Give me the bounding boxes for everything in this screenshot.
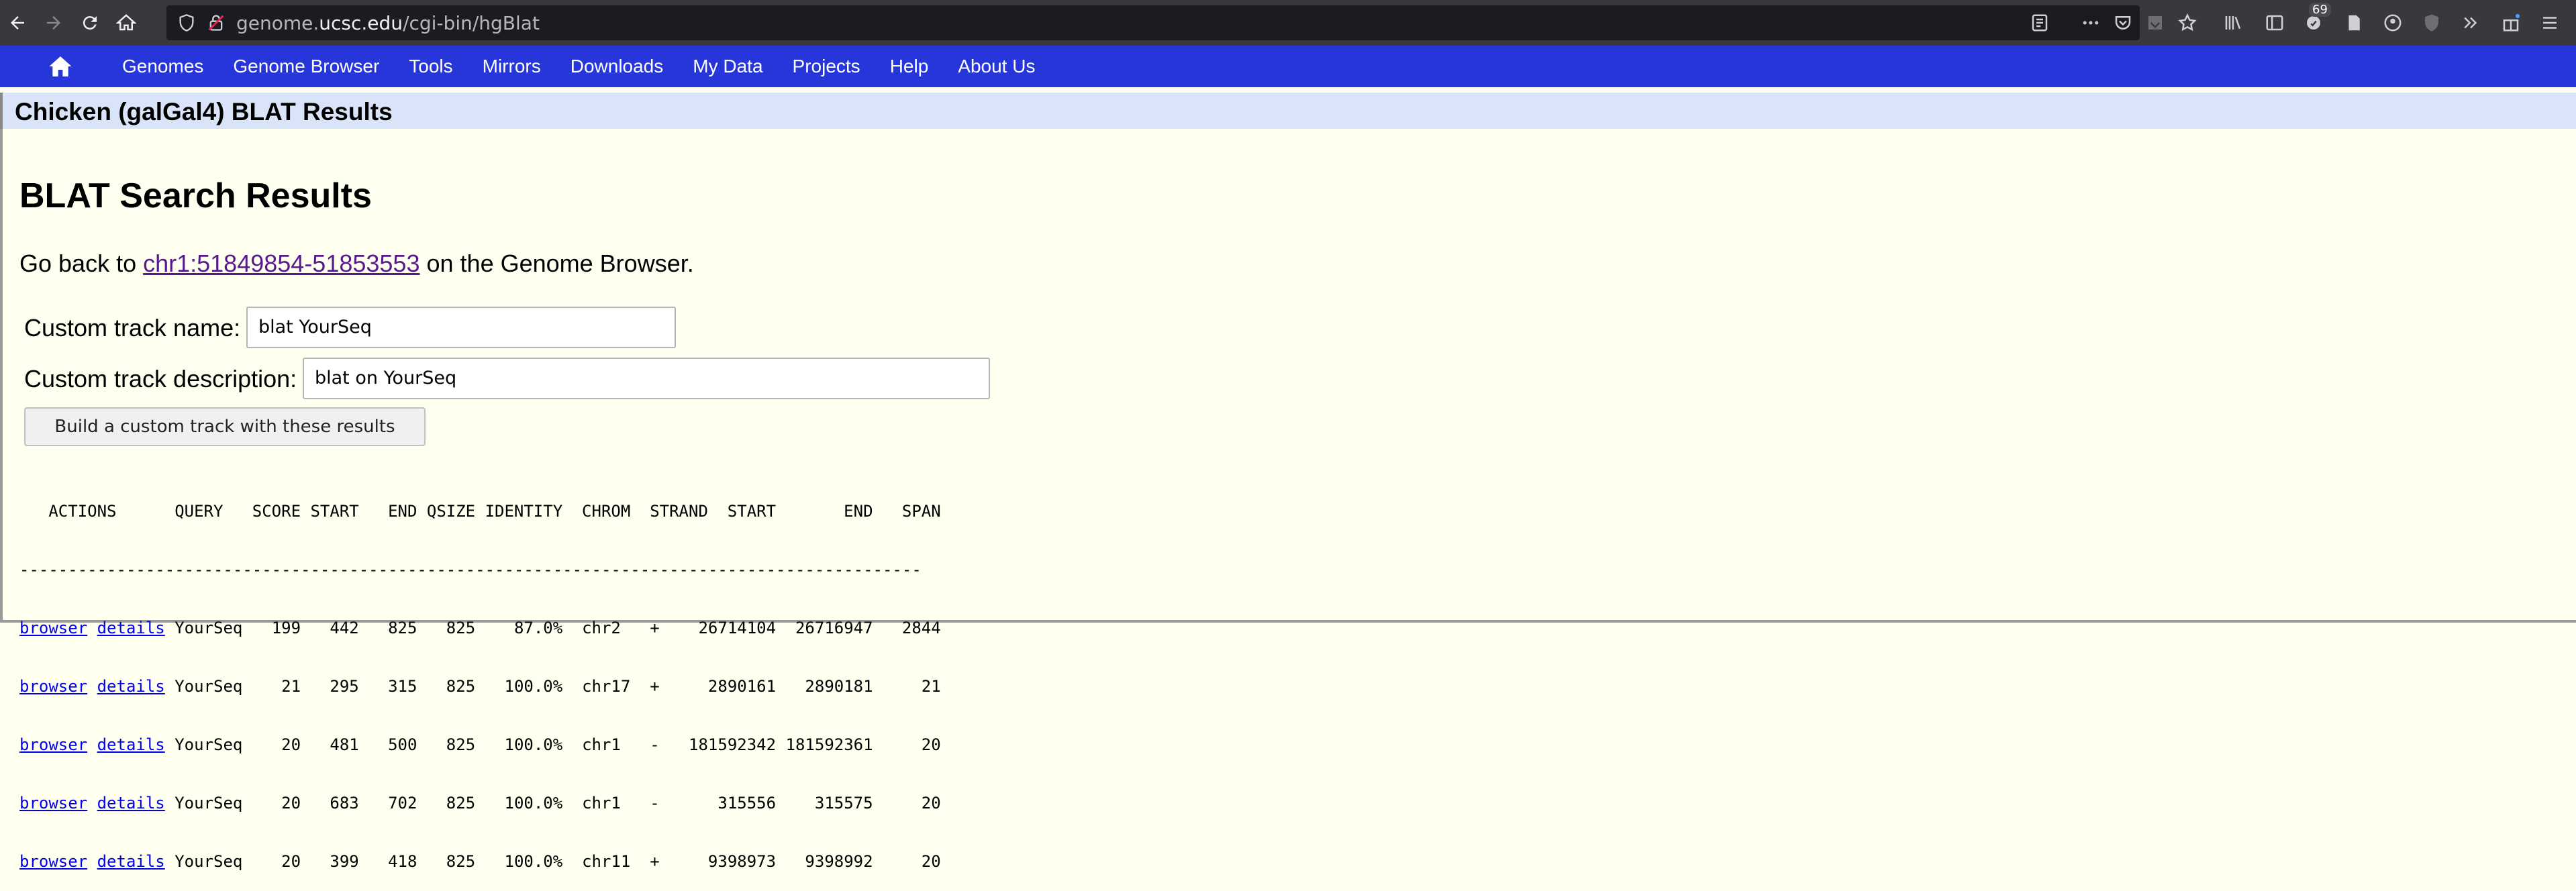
nav-downloads[interactable]: Downloads [571,56,688,77]
go-back-suffix: on the Genome Browser. [426,250,694,277]
sidebar-icon[interactable] [2265,0,2285,46]
insecure-lock-icon[interactable] [207,13,226,32]
extension-icon[interactable] [2145,0,2165,46]
shield-extension-icon[interactable] [2422,0,2442,46]
home-icon[interactable] [113,0,140,46]
table-row: browser details YourSeq 21 295 315 825 1… [19,677,941,696]
reader-view-icon[interactable] [2030,0,2050,46]
nav-help[interactable]: Help [890,56,953,77]
site-navbar: Genomes Genome Browser Tools Mirrors Dow… [0,46,2576,87]
nav-my-data[interactable]: My Data [693,56,787,77]
details-link[interactable]: details [97,677,165,696]
track-name-input[interactable]: blat YourSeq [246,307,676,348]
details-link[interactable]: details [97,735,165,754]
table-row: browser details YourSeq 20 399 418 825 1… [19,852,941,872]
page-title: BLAT Search Results [19,176,372,215]
nav-genomes[interactable]: Genomes [122,56,228,77]
browser-link[interactable]: browser [19,852,87,871]
results-header: ACTIONS QUERY SCORE START END QSIZE IDEN… [19,502,941,521]
row-values: YourSeq 20 683 702 825 100.0% chr1 - 315… [164,794,941,813]
go-back-line: Go back to chr1:51849854-51853553 on the… [19,250,694,278]
row-values: YourSeq 199 442 825 825 87.0% chr2 + 267… [164,619,941,637]
overflow-chevrons-icon[interactable] [2461,0,2481,46]
table-row: browser details YourSeq 199 442 825 825 … [19,619,941,638]
position-link[interactable]: chr1:51849854-51853553 [143,250,419,277]
document-icon[interactable] [2344,0,2364,46]
browser-link[interactable]: browser [19,794,87,813]
hamburger-menu-icon[interactable] [2540,0,2560,46]
results-separator: ----------------------------------------… [19,560,922,579]
track-name-label: Custom track name: [24,314,241,342]
reload-icon[interactable] [77,0,103,46]
nav-projects[interactable]: Projects [793,56,885,77]
forward-arrow-icon[interactable] [40,0,67,46]
track-description-label: Custom track description: [24,365,297,392]
notification-badge: 69 [2309,3,2331,17]
table-row: browser details YourSeq 20 481 500 825 1… [19,735,941,755]
account-icon[interactable] [2383,0,2403,46]
section-title-bar: Chicken (galGal4) BLAT Results [0,93,2576,129]
back-arrow-icon[interactable] [4,0,31,46]
url-text: genome.ucsc.edu/cgi-bin/hgBlat [236,11,540,34]
nav-mirrors[interactable]: Mirrors [483,56,565,77]
more-actions-icon[interactable] [2081,0,2101,46]
track-description-input[interactable]: blat on YourSeq [303,358,990,399]
nav-genome-browser[interactable]: Genome Browser [233,56,403,77]
url-bar[interactable]: genome.ucsc.edu/cgi-bin/hgBlat [166,5,2140,40]
home-icon[interactable] [40,53,81,80]
blat-results-table: ACTIONS QUERY SCORE START END QSIZE IDEN… [19,463,941,891]
browser-link[interactable]: browser [19,677,87,696]
row-values: YourSeq 20 399 418 825 100.0% chr11 + 93… [164,852,941,871]
bookmark-star-icon[interactable] [2177,0,2197,46]
table-row: browser details YourSeq 20 683 702 825 1… [19,794,941,813]
library-icon[interactable] [2223,0,2243,46]
nav-tools[interactable]: Tools [409,56,477,77]
details-link[interactable]: details [97,619,165,637]
shield-icon[interactable] [177,13,196,32]
row-values: YourSeq 20 481 500 825 100.0% chr1 - 181… [164,735,941,754]
section-title: Chicken (galGal4) BLAT Results [15,98,393,125]
pocket-icon[interactable] [2113,0,2133,46]
details-link[interactable]: details [97,794,165,813]
gift-icon[interactable] [2501,0,2521,46]
browser-link[interactable]: browser [19,735,87,754]
browser-toolbar: genome.ucsc.edu/cgi-bin/hgBlat 69 [0,0,2576,46]
go-back-prefix: Go back to [19,250,137,277]
build-custom-track-button[interactable]: Build a custom track with these results [24,407,426,446]
browser-link[interactable]: browser [19,619,87,637]
details-link[interactable]: details [97,852,165,871]
nav-about-us[interactable]: About Us [958,56,1059,77]
row-values: YourSeq 21 295 315 825 100.0% chr17 + 28… [164,677,941,696]
